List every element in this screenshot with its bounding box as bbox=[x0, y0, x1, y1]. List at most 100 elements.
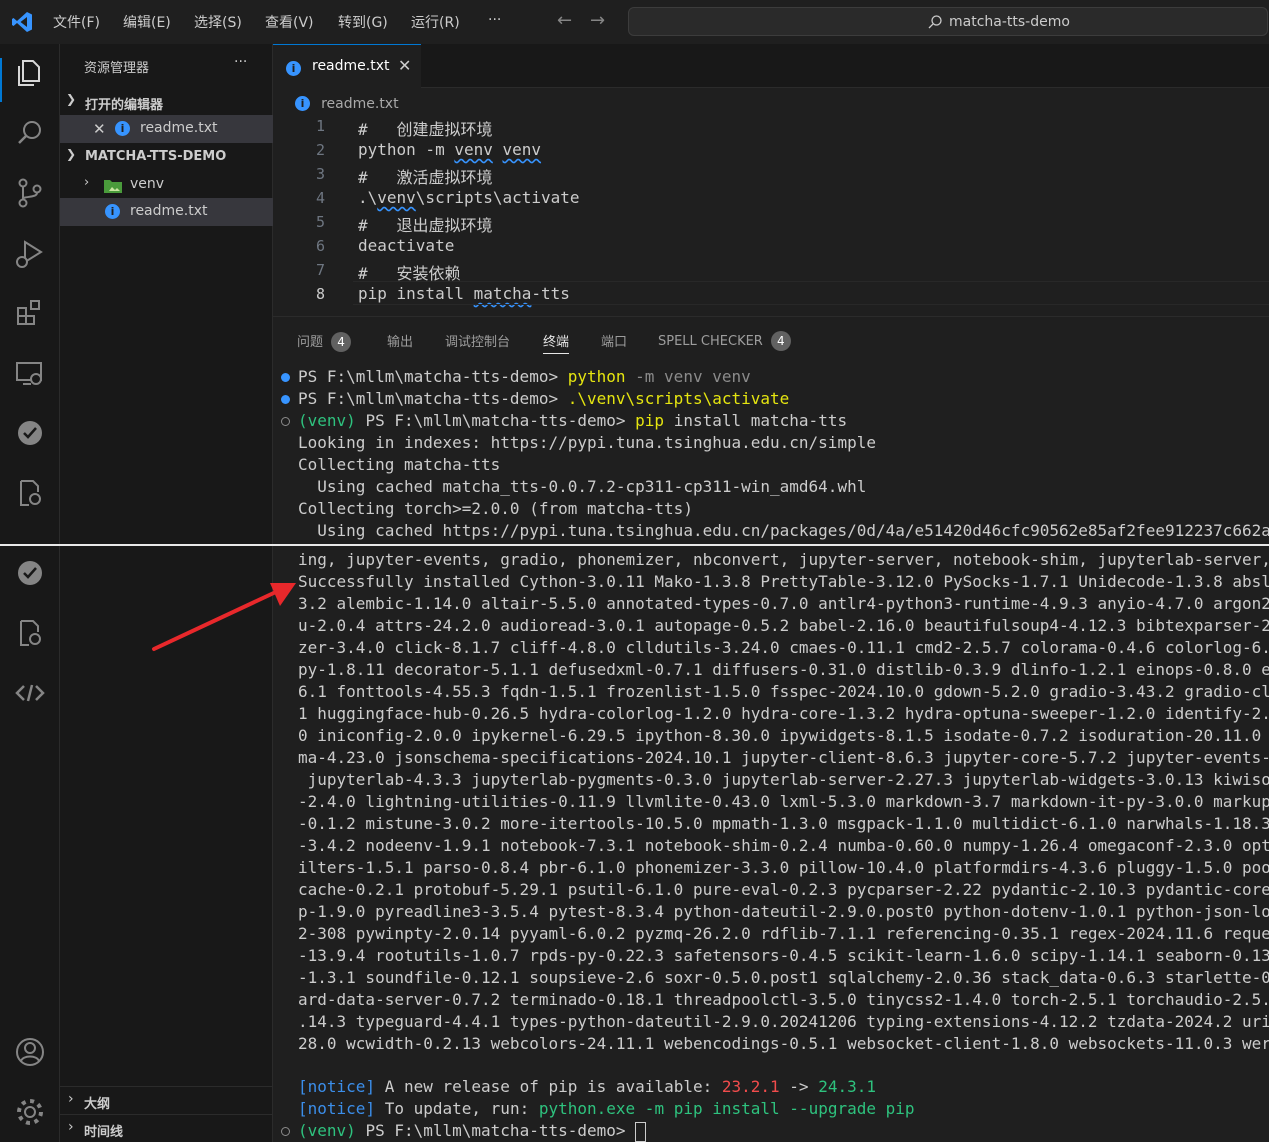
tab-debug-console[interactable]: 调试控制台 bbox=[445, 331, 510, 350]
terminal-line: -2.4.0 lightning-utilities-0.11.9 llvmli… bbox=[298, 792, 1269, 811]
terminal-line: Using cached https://pypi.tuna.tsinghua.… bbox=[298, 521, 1269, 540]
outline-section[interactable]: › 大纲 bbox=[60, 1086, 273, 1114]
tab-label: readme.txt bbox=[312, 58, 390, 74]
tree-item-label: venv bbox=[130, 176, 165, 192]
run-debug-icon[interactable] bbox=[13, 236, 47, 270]
terminal-line: -3.4.2 nodeenv-1.9.1 notebook-7.3.1 note… bbox=[298, 836, 1269, 855]
screenshot-split-line bbox=[0, 544, 1269, 546]
terminal-line: PS F:\mllm\matcha-tts-demo> .\venv\scrip… bbox=[298, 389, 790, 408]
settings-sync-icon-2[interactable] bbox=[13, 616, 47, 650]
project-header[interactable]: ❯ MATCHA-TTS-DEMO bbox=[60, 143, 273, 171]
tab-readme[interactable]: i readme.txt ✕ bbox=[273, 44, 421, 88]
line-number: 1 bbox=[315, 117, 325, 135]
activity-bar bbox=[0, 44, 60, 1142]
line-number: 3 bbox=[315, 165, 325, 183]
source-control-icon[interactable] bbox=[13, 176, 47, 210]
terminal-line: ing, jupyter-events, gradio, phonemizer,… bbox=[298, 550, 1269, 569]
command-center-search[interactable]: matcha-tts-demo bbox=[628, 7, 1268, 36]
code-link-icon[interactable] bbox=[13, 676, 47, 710]
info-file-icon: i bbox=[295, 93, 310, 112]
testing-icon-2[interactable] bbox=[13, 556, 47, 590]
timeline-section[interactable]: › 时间线 bbox=[60, 1114, 273, 1142]
open-editors-header[interactable]: ❯ 打开的编辑器 bbox=[60, 88, 273, 116]
close-icon[interactable]: ✕ bbox=[398, 56, 411, 75]
code-line: deactivate bbox=[358, 236, 455, 255]
terminal-line: (venv) PS F:\mllm\matcha-tts-demo> pip i… bbox=[298, 411, 848, 430]
tree-item-readme[interactable]: i readme.txt bbox=[60, 198, 273, 226]
terminal-cursor bbox=[635, 1121, 647, 1142]
terminal-line: 0 iniconfig-2.0.0 ipykernel-6.29.5 ipyth… bbox=[298, 726, 1269, 745]
code-line: # 创建虚拟环境 bbox=[358, 120, 493, 139]
outline-label: 大纲 bbox=[84, 1097, 111, 1112]
line-number: 2 bbox=[315, 141, 325, 159]
line-number: 4 bbox=[315, 189, 325, 207]
tab-ports[interactable]: 端口 bbox=[601, 331, 627, 350]
terminal-line: 2-308 pywinpty-2.0.14 pyyaml-6.0.2 pyzmq… bbox=[298, 924, 1269, 943]
testing-icon[interactable] bbox=[13, 416, 47, 450]
code-line: # 激活虚拟环境 bbox=[358, 168, 493, 187]
menu-go[interactable]: 转到(G) bbox=[338, 12, 388, 32]
account-icon[interactable] bbox=[13, 1035, 47, 1069]
line-number: 7 bbox=[315, 261, 325, 279]
menu-run[interactable]: 运行(R) bbox=[411, 12, 460, 32]
extensions-icon[interactable] bbox=[13, 296, 47, 330]
problems-count-badge: 4 bbox=[331, 332, 352, 352]
terminal-line: Using cached matcha_tts-0.0.7.2-cp311-cp… bbox=[298, 477, 867, 496]
menu-file[interactable]: 文件(F) bbox=[53, 12, 100, 32]
terminal-line: ma-4.23.0 jsonschema-specifications-2024… bbox=[298, 748, 1269, 767]
tab-terminal[interactable]: 终端 bbox=[543, 331, 570, 354]
sidebar-title: 资源管理器 bbox=[84, 61, 150, 76]
line-number-current: 8 bbox=[315, 285, 325, 303]
menu-view[interactable]: 查看(V) bbox=[265, 12, 314, 32]
terminal-line: zer-3.4.0 click-8.1.7 cliff-4.8.0 clldut… bbox=[298, 638, 1269, 657]
current-line-highlight bbox=[353, 281, 1269, 305]
tree-item-venv[interactable]: › venv bbox=[60, 171, 273, 199]
info-file-icon: i bbox=[115, 120, 130, 136]
timeline-label: 时间线 bbox=[84, 1125, 124, 1140]
terminal-prompt[interactable]: (venv) PS F:\mllm\matcha-tts-demo> bbox=[298, 1121, 647, 1142]
terminal-line: .14.3 typeguard-4.4.1 types-python-dateu… bbox=[298, 1012, 1269, 1031]
breadcrumb[interactable]: i readme.txt bbox=[295, 93, 399, 112]
terminal-line: Collecting torch>=2.0.0 (from matcha-tts… bbox=[298, 499, 693, 518]
terminal-line: Successfully installed Cython-3.0.11 Mak… bbox=[298, 572, 1269, 591]
nav-back-icon[interactable]: ← bbox=[557, 10, 572, 31]
terminal-line: Collecting matcha-tts bbox=[298, 455, 501, 474]
menu-more[interactable]: ··· bbox=[488, 12, 501, 28]
editor-tab-bar: i readme.txt ✕ bbox=[273, 44, 1269, 88]
annotation-arrow-icon bbox=[152, 583, 296, 651]
notice-line: [notice] To update, run: python.exe -m p… bbox=[298, 1099, 915, 1118]
chevron-right-icon: › bbox=[68, 1091, 74, 1107]
terminal-line: ilters-1.5.1 parso-0.8.4 pbr-6.1.0 phone… bbox=[298, 858, 1269, 877]
tab-spell-checker[interactable]: SPELL CHECKER 4 bbox=[658, 331, 791, 351]
editor-area[interactable]: i readme.txt 1 # 创建虚拟环境 2 python -m venv… bbox=[273, 88, 1269, 316]
breadcrumb-file: readme.txt bbox=[321, 96, 399, 112]
menu-selection[interactable]: 选择(S) bbox=[194, 12, 242, 32]
search-icon[interactable] bbox=[13, 116, 47, 150]
tab-problems[interactable]: 问题 4 bbox=[297, 331, 352, 352]
gear-icon[interactable] bbox=[13, 1095, 47, 1129]
sidebar-more-button[interactable]: ··· bbox=[234, 54, 247, 70]
terminal-line: ard-data-server-0.7.2 terminado-0.18.1 t… bbox=[298, 990, 1269, 1009]
terminal-line: jupyterlab-4.3.3 jupyterlab-pygments-0.3… bbox=[298, 770, 1269, 789]
settings-sync-icon[interactable] bbox=[13, 476, 47, 510]
remote-explorer-icon[interactable] bbox=[13, 356, 47, 390]
command-success-dot[interactable] bbox=[281, 395, 290, 404]
chevron-right-icon: › bbox=[84, 175, 90, 190]
open-editor-item[interactable]: ✕ i readme.txt bbox=[60, 115, 273, 143]
open-editor-filename: readme.txt bbox=[140, 120, 218, 136]
explorer-icon[interactable] bbox=[13, 56, 47, 90]
open-editors-label: 打开的编辑器 bbox=[85, 98, 164, 113]
nav-forward-icon[interactable]: → bbox=[590, 10, 605, 31]
terminal-line: 6.1 fonttools-4.55.3 fqdn-1.5.1 frozenli… bbox=[298, 682, 1269, 701]
menu-edit[interactable]: 编辑(E) bbox=[123, 12, 171, 32]
tree-item-label: readme.txt bbox=[130, 203, 208, 219]
prompt-dot[interactable] bbox=[281, 1127, 290, 1136]
terminal-line: p-1.9.0 pyreadline3-3.5.4 pytest-8.3.4 p… bbox=[298, 902, 1269, 921]
close-icon[interactable]: ✕ bbox=[93, 120, 106, 138]
code-line-4: .\venv\scripts\activate bbox=[358, 188, 580, 207]
command-running-dot[interactable] bbox=[281, 417, 290, 426]
info-file-icon: i bbox=[286, 58, 301, 77]
search-text: matcha-tts-demo bbox=[949, 14, 1070, 30]
tab-output[interactable]: 输出 bbox=[387, 331, 413, 350]
command-success-dot[interactable] bbox=[281, 373, 290, 382]
